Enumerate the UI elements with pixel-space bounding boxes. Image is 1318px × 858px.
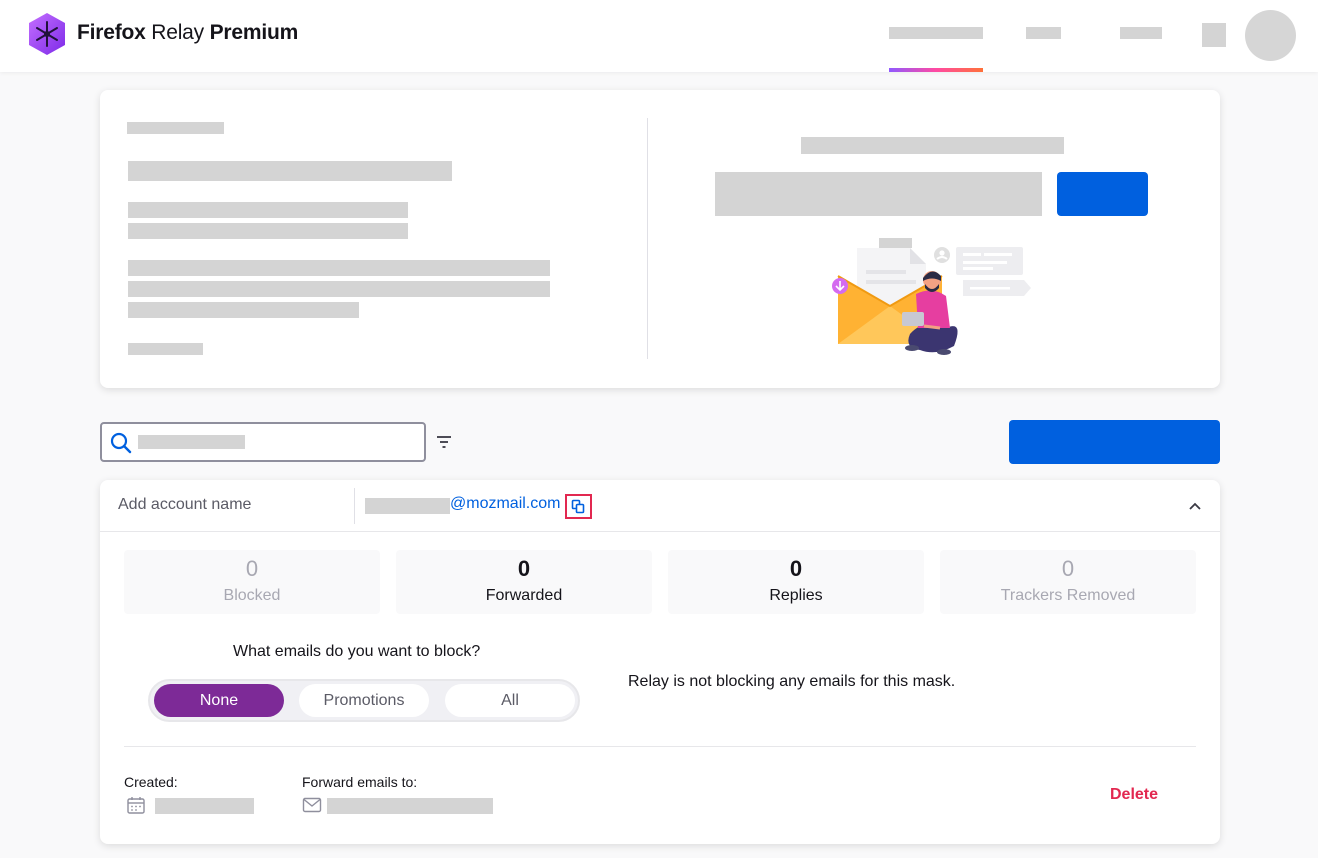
redacted-text-line xyxy=(128,302,359,318)
redacted-text-line xyxy=(128,260,550,276)
stat-trackers-removed: 0 Trackers Removed xyxy=(940,550,1196,614)
brand-wordmark[interactable]: Firefox Relay Premium xyxy=(77,21,298,45)
card-divider xyxy=(647,118,648,359)
nav-link-email-masks[interactable] xyxy=(889,27,983,39)
mask-card-header: Add account name @mozmail.com xyxy=(100,480,1220,532)
block-question: What emails do you want to block? xyxy=(233,643,481,660)
envelope-icon xyxy=(302,797,322,813)
mask-card: Add account name @mozmail.com 0 Blocked … xyxy=(100,480,1220,844)
calendar-icon xyxy=(127,797,145,814)
stat-replies: 0 Replies xyxy=(668,550,924,614)
redacted-eyebrow xyxy=(127,122,224,134)
stat-value: 0 xyxy=(1061,556,1075,581)
app-header: Firefox Relay Premium xyxy=(0,0,1318,72)
created-label: Created: xyxy=(124,774,178,790)
block-option-promotions[interactable]: Promotions xyxy=(299,684,429,717)
redacted-title xyxy=(128,161,452,181)
stat-forwarded: 0 Forwarded xyxy=(396,550,652,614)
footer-divider xyxy=(124,746,1196,747)
header-divider xyxy=(354,488,355,524)
stat-label: Replies xyxy=(769,587,823,604)
block-option-all[interactable]: All xyxy=(445,684,575,717)
avatar[interactable] xyxy=(1245,10,1296,61)
cta-button[interactable] xyxy=(1057,172,1148,216)
account-name-field[interactable]: Add account name xyxy=(118,496,251,514)
chevron-up-icon[interactable] xyxy=(1187,498,1203,514)
redacted-search-placeholder xyxy=(138,435,245,449)
block-level-toggle: None Promotions All xyxy=(148,679,580,722)
redacted-link[interactable] xyxy=(128,343,203,355)
delete-mask-button[interactable]: Delete xyxy=(1110,786,1158,804)
block-status-text: Relay is not blocking any emails for thi… xyxy=(628,673,956,690)
redacted-input[interactable] xyxy=(715,172,1042,216)
stat-label: Trackers Removed xyxy=(1000,587,1136,604)
stat-value: 0 xyxy=(245,556,259,581)
redacted-text-line xyxy=(128,202,408,218)
redacted-text-line xyxy=(128,281,550,297)
relay-logo-icon[interactable] xyxy=(27,12,67,56)
stat-blocked: 0 Blocked xyxy=(124,550,380,614)
search-icon xyxy=(110,432,132,454)
whats-new-button[interactable] xyxy=(1202,23,1226,47)
brand-premium: Premium xyxy=(209,21,299,44)
nav-link-phone[interactable] xyxy=(1026,27,1061,39)
stat-label: Blocked xyxy=(223,587,281,604)
nav-active-indicator xyxy=(889,68,983,72)
brand-relay: Relay xyxy=(151,21,204,44)
email-person-illustration xyxy=(832,238,1031,355)
redacted-mask-local-part xyxy=(365,498,450,514)
stat-label: Forwarded xyxy=(485,587,563,604)
stat-value: 0 xyxy=(517,556,531,581)
forward-label: Forward emails to: xyxy=(302,774,418,790)
search-mask-input[interactable] xyxy=(100,422,426,462)
nav-link-faq[interactable] xyxy=(1120,27,1162,39)
filter-icon[interactable] xyxy=(435,433,453,451)
redacted-forward-address xyxy=(327,798,493,814)
redacted-created-date xyxy=(155,798,254,814)
mask-address-domain[interactable]: @mozmail.com xyxy=(450,495,560,513)
redacted-text-line xyxy=(128,223,408,239)
brand-firefox: Firefox xyxy=(77,21,146,44)
profile-summary-card xyxy=(100,90,1220,388)
stat-value: 0 xyxy=(789,556,803,581)
redacted-heading xyxy=(801,137,1064,154)
block-option-none[interactable]: None xyxy=(154,684,284,717)
copy-address-button[interactable] xyxy=(565,494,592,519)
generate-new-mask-button[interactable] xyxy=(1009,420,1220,464)
copy-icon xyxy=(571,499,585,514)
